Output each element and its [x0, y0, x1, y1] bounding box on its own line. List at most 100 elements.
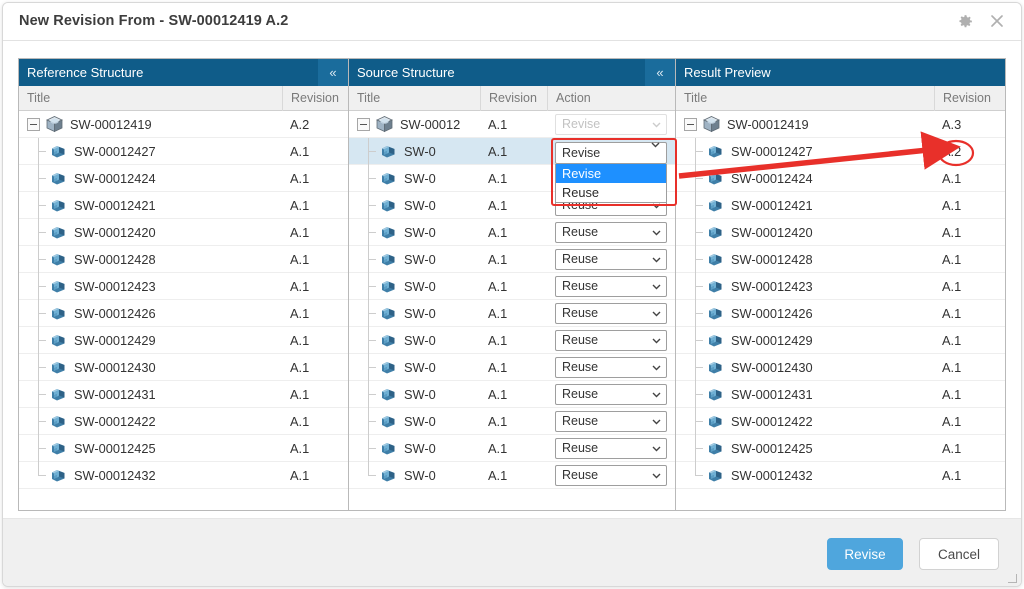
action-select[interactable]: Reuse	[555, 275, 667, 297]
table-row[interactable]: SW-0 A.1 Reuse	[349, 218, 675, 246]
part-icon	[379, 412, 398, 430]
table-row[interactable]: SW-00012420 A.1	[676, 218, 1005, 246]
cancel-button[interactable]: Cancel	[919, 538, 999, 570]
source-panel-title: Source Structure	[357, 65, 455, 80]
table-row[interactable]: SW-00012431 A.1	[676, 380, 1005, 408]
table-row[interactable]: SW-0 A.1 Reuse	[349, 272, 675, 300]
table-row[interactable]: SW-00012422 A.1	[676, 407, 1005, 435]
part-icon	[49, 412, 68, 430]
table-row[interactable]: SW-0 A.1 Reuse	[349, 380, 675, 408]
action-select[interactable]: Reuse	[555, 464, 667, 486]
part-icon	[379, 223, 398, 241]
table-row[interactable]: SW-0 A.1 Reuse	[349, 407, 675, 435]
tree-collapse-toggle[interactable]	[684, 117, 697, 131]
table-row[interactable]: SW-00012419 A.3	[676, 111, 1005, 138]
action-select[interactable]: Reuse	[555, 437, 667, 459]
table-row[interactable]: SW-00012424 A.1	[19, 164, 348, 192]
table-row[interactable]: SW-00012425 A.1	[676, 434, 1005, 462]
tree-indent	[27, 299, 49, 327]
row-revision: A.1	[488, 440, 508, 456]
action-dropdown-field[interactable]: Revise	[555, 142, 667, 164]
action-dropdown-open[interactable]: Revise Revise Reuse	[555, 142, 673, 203]
source-collapse-button[interactable]: «	[645, 59, 675, 86]
table-row[interactable]: SW-00012428 A.1	[676, 245, 1005, 273]
table-row[interactable]: SW-00012423 A.1	[19, 272, 348, 300]
structure-panels: Reference Structure « Title Revision SW-…	[18, 58, 1006, 511]
source-col-title: Title	[357, 91, 381, 105]
part-icon	[706, 439, 725, 457]
action-dropdown-options[interactable]: Revise Reuse	[555, 164, 667, 203]
table-row[interactable]: SW-0 A.1 Reuse	[349, 245, 675, 273]
part-icon	[49, 439, 68, 457]
action-select[interactable]: Reuse	[555, 383, 667, 405]
action-select[interactable]: Reuse	[555, 410, 667, 432]
action-select[interactable]: Reuse	[555, 248, 667, 270]
row-revision: A.1	[942, 359, 962, 375]
reference-col-title: Title	[27, 91, 51, 105]
tree-collapse-toggle[interactable]	[27, 117, 40, 131]
resize-handle[interactable]	[1008, 574, 1017, 583]
row-revision: A.1	[488, 143, 508, 159]
row-title: SW-00012424	[74, 170, 156, 186]
table-row[interactable]: SW-00012420 A.1	[19, 218, 348, 246]
table-row[interactable]: SW-00012421 A.1	[19, 191, 348, 219]
table-row[interactable]: SW-00012419 A.2	[19, 111, 348, 138]
gear-icon[interactable]	[955, 11, 975, 31]
table-row[interactable]: SW-00012424 A.1	[676, 164, 1005, 192]
row-revision: A.1	[290, 413, 310, 429]
close-icon[interactable]	[987, 11, 1007, 31]
row-revision: A.1	[488, 224, 508, 240]
tree-collapse-toggle[interactable]	[357, 117, 370, 131]
action-select[interactable]: Reuse	[555, 329, 667, 351]
dropdown-option-reuse[interactable]: Reuse	[556, 183, 666, 202]
row-title: SW-0	[404, 305, 436, 321]
table-row[interactable]: SW-00012 A.1 Revise	[349, 111, 675, 138]
tree-indent	[27, 245, 49, 273]
table-row[interactable]: SW-00012428 A.1	[19, 245, 348, 273]
table-row[interactable]: SW-00012429 A.1	[19, 326, 348, 354]
table-row[interactable]: SW-00012432 A.1	[19, 461, 348, 489]
chevron-down-icon	[652, 446, 661, 452]
table-row[interactable]: SW-00012429 A.1	[676, 326, 1005, 354]
table-row[interactable]: SW-00012423 A.1	[676, 272, 1005, 300]
row-title: SW-00012425	[74, 440, 156, 456]
table-row[interactable]: SW-0 A.1 Reuse	[349, 353, 675, 381]
dropdown-option-revise[interactable]: Revise	[556, 164, 666, 183]
table-row[interactable]: SW-00012431 A.1	[19, 380, 348, 408]
table-row[interactable]: SW-00012427 A.1	[19, 137, 348, 165]
table-row[interactable]: SW-00012426 A.1	[19, 299, 348, 327]
revise-button[interactable]: Revise	[827, 538, 903, 570]
dialog-footer: Revise Cancel	[3, 518, 1021, 586]
part-icon	[49, 142, 68, 160]
chevron-down-icon	[652, 230, 661, 236]
table-row[interactable]: SW-00012427 A.2	[676, 137, 1005, 165]
panel-reference-structure: Reference Structure « Title Revision SW-…	[19, 59, 349, 510]
table-row[interactable]: SW-00012432 A.1	[676, 461, 1005, 489]
table-row[interactable]: SW-0 A.1 Reuse	[349, 299, 675, 327]
row-title: SW-00012427	[731, 143, 813, 159]
row-revision: A.1	[488, 197, 508, 213]
table-row[interactable]: SW-00012425 A.1	[19, 434, 348, 462]
table-row[interactable]: SW-0 A.1 Reuse	[349, 434, 675, 462]
table-row[interactable]: SW-0 A.1 Reuse	[349, 326, 675, 354]
table-row[interactable]: SW-0 A.1 Reuse	[349, 461, 675, 489]
tree-indent	[357, 353, 379, 381]
part-icon	[706, 385, 725, 403]
table-row[interactable]: SW-00012426 A.1	[676, 299, 1005, 327]
table-row[interactable]: SW-00012430 A.1	[19, 353, 348, 381]
table-row[interactable]: SW-00012430 A.1	[676, 353, 1005, 381]
row-revision: A.1	[942, 305, 962, 321]
action-select[interactable]: Reuse	[555, 302, 667, 324]
table-row[interactable]: SW-00012421 A.1	[676, 191, 1005, 219]
result-rows: SW-00012419 A.3 SW-00012427 A.2 SW-00012424 A…	[676, 111, 1005, 489]
chevron-down-icon	[652, 284, 661, 290]
row-revision: A.1	[488, 386, 508, 402]
tree-indent	[27, 191, 49, 219]
table-row[interactable]: SW-00012422 A.1	[19, 407, 348, 435]
action-select[interactable]: Reuse	[555, 221, 667, 243]
reference-collapse-button[interactable]: «	[318, 59, 348, 86]
row-title: SW-00012430	[74, 359, 156, 375]
action-select[interactable]: Reuse	[555, 356, 667, 378]
reference-rows: SW-00012419 A.2 SW-00012427 A.1 SW-00012424 A…	[19, 111, 348, 489]
row-revision: A.1	[290, 143, 310, 159]
